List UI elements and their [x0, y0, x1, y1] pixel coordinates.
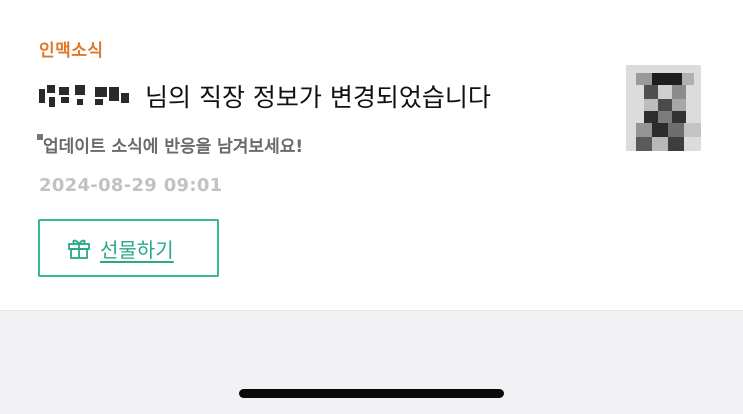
send-gift-button[interactable]: 선물하기 [38, 219, 219, 277]
footer-area [0, 310, 743, 414]
notification-timestamp: 2024-08-29 09:01 [39, 175, 223, 196]
profile-avatar[interactable] [626, 65, 701, 151]
redacted-mark [37, 133, 43, 140]
redacted-name-part-1 [37, 83, 89, 109]
redacted-name-part-2 [95, 83, 139, 109]
notification-subtitle-row: 업데이트 소식에 반응을 남겨보세요! [37, 132, 303, 157]
notification-card[interactable]: 인맥소식 님의 직장 정보가 변경되었습니다 업데이트 소식에 반응을 남겨보세… [0, 0, 743, 310]
notification-title-text: 님의 직장 정보가 변경되었습니다 [145, 83, 491, 112]
notification-category: 인맥소식 [39, 41, 104, 61]
notification-subtitle: 업데이트 소식에 반응을 남겨보세요! [43, 137, 304, 157]
send-gift-label: 선물하기 [100, 237, 174, 262]
home-indicator[interactable] [239, 389, 504, 398]
gift-icon [68, 239, 90, 259]
notification-title: 님의 직장 정보가 변경되었습니다 [37, 76, 597, 116]
